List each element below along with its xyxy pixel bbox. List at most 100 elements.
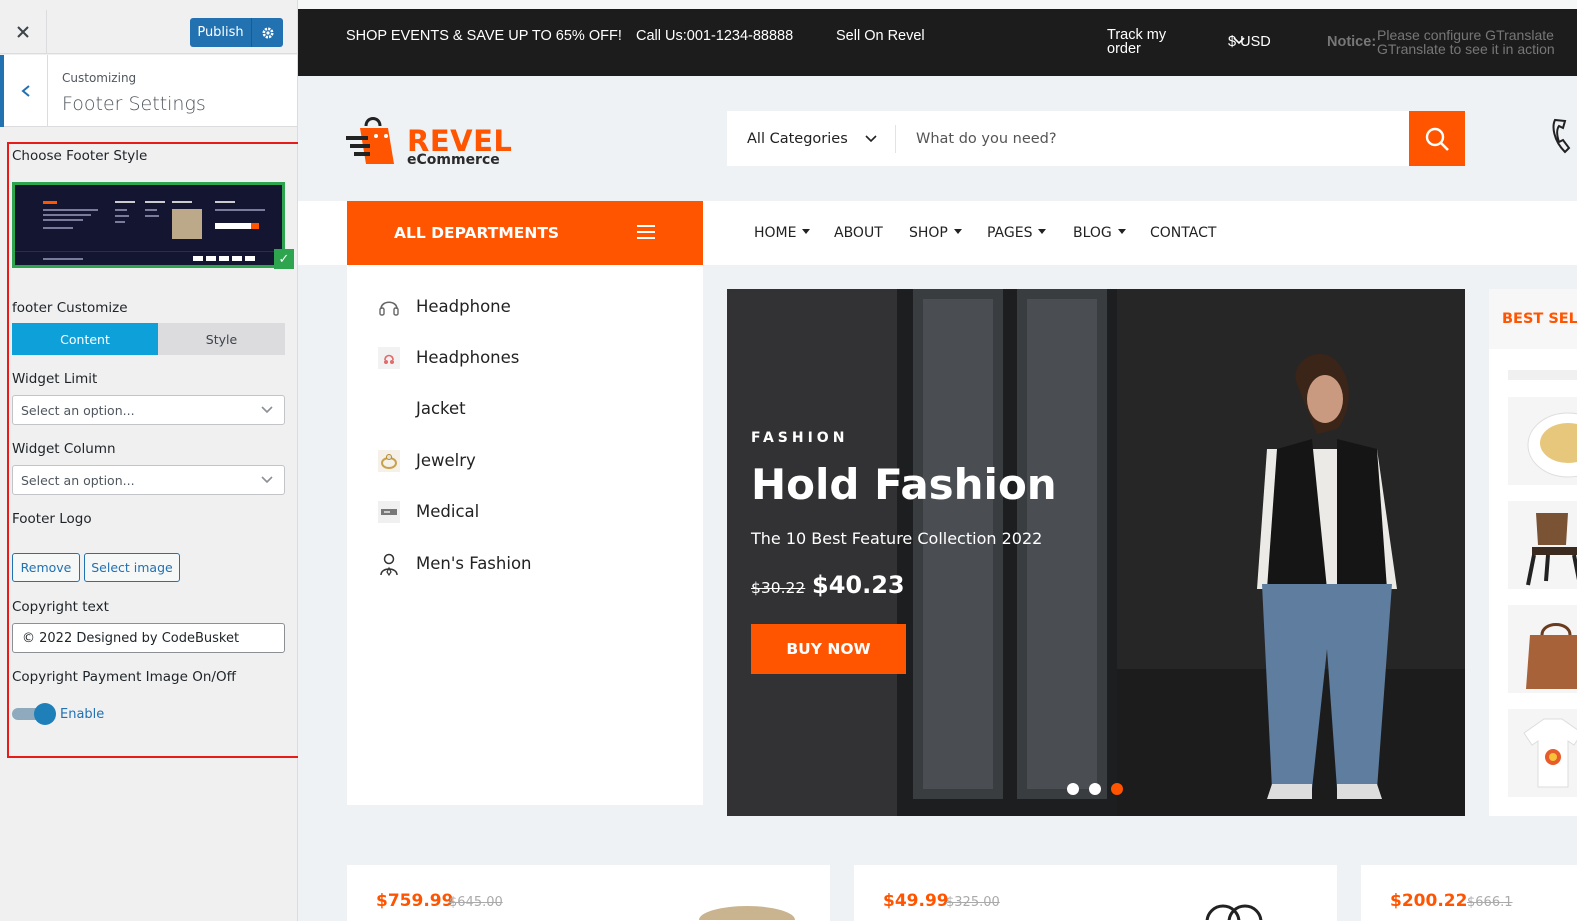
pasta-image (1527, 412, 1577, 478)
nav-item-home[interactable]: HOME (754, 201, 811, 265)
product-price: $49.99 (883, 891, 949, 911)
product-image (1205, 904, 1263, 920)
copyright-text-input[interactable]: © 2022 Designed by CodeBusket (12, 623, 285, 653)
chevron-left-icon (20, 85, 30, 97)
hero-subheading: The 10 Best Feature Collection 2022 (751, 529, 1043, 548)
best-sellers-title: BEST SELLERS (1489, 289, 1577, 349)
dept-item-mens-fashion[interactable]: Men's Fashion (347, 545, 703, 581)
checkmark-icon: ✓ (274, 249, 294, 269)
dept-label: Medical (416, 501, 480, 521)
footer-preview-image (15, 185, 282, 265)
slider-dot-3[interactable] (1111, 783, 1123, 795)
hero-heading: Hold Fashion (751, 460, 1057, 509)
tab-content[interactable]: Content (12, 323, 158, 355)
product-card-3[interactable]: $200.22 $666.1 (1361, 865, 1577, 921)
product-old-price: $645.00 (449, 895, 503, 910)
hero-slider: FASHION Hold Fashion The 10 Best Feature… (727, 289, 1465, 816)
ring-icon (376, 448, 402, 474)
remove-logo-button[interactable]: Remove (12, 553, 80, 582)
product-card-2[interactable]: $49.99 $325.00 (854, 865, 1337, 921)
slider-dot-2[interactable] (1089, 783, 1101, 795)
nav-about-label: ABOUT (834, 225, 883, 241)
choose-footer-style-label: Choose Footer Style (12, 148, 148, 164)
notice-message: Please configure GTranslate GTranslate t… (1377, 28, 1555, 56)
phone-icon[interactable] (1551, 118, 1571, 156)
nav-item-contact[interactable]: CONTACT (1150, 201, 1216, 265)
best-seller-thumb-4[interactable] (1508, 709, 1577, 797)
best-seller-thumb-3[interactable] (1508, 605, 1577, 693)
dept-item-headphones[interactable]: Headphones (347, 339, 703, 375)
promo-text: SHOP EVENTS & SAVE UP TO 65% OFF! (346, 28, 622, 44)
nav-blog-label: BLOG (1073, 225, 1112, 241)
currency-select[interactable]: $ USD (1228, 34, 1271, 50)
medical-icon (376, 499, 402, 525)
customizer-window: Publish Customizing Footer Settings Choo… (0, 0, 1577, 921)
nav-home-label: HOME (754, 225, 797, 241)
chevron-down-icon (261, 476, 273, 484)
caret-down-icon (1038, 228, 1047, 234)
publish-label: Publish (190, 18, 252, 47)
dept-item-jacket[interactable]: Jacket (347, 390, 703, 426)
caret-down-icon (802, 228, 811, 234)
publish-settings-button[interactable] (252, 26, 283, 40)
track-order-link[interactable]: Track my order (1107, 28, 1166, 57)
footer-style-thumbnail[interactable] (12, 182, 285, 268)
best-sellers-divider (1508, 370, 1577, 380)
dept-label: Jewelry (416, 450, 476, 470)
back-button[interactable] (0, 55, 48, 127)
dept-item-jewelry[interactable]: Jewelry (347, 442, 703, 478)
dept-item-headphone[interactable]: Headphone (347, 288, 703, 324)
headset-icon (376, 294, 402, 320)
nav-item-shop[interactable]: SHOP (909, 201, 962, 265)
customizer-header: Publish (0, 0, 297, 54)
hero-background-image (727, 289, 1465, 816)
dept-item-medical[interactable]: Medical (347, 493, 703, 529)
publish-button[interactable]: Publish (190, 18, 283, 47)
category-select[interactable]: All Categories (747, 111, 878, 166)
close-icon (17, 26, 29, 38)
payment-image-toggle[interactable] (12, 703, 56, 725)
man-icon (376, 551, 402, 577)
dept-label: Jacket (416, 398, 466, 418)
chevron-down-icon (261, 406, 273, 414)
search-button[interactable] (1409, 111, 1465, 166)
product-price: $200.22 (1390, 891, 1468, 911)
close-customizer-button[interactable] (0, 10, 47, 54)
product-card-1[interactable]: $759.99 $645.00 (347, 865, 830, 921)
search-input[interactable]: What do you need? (916, 111, 1057, 166)
currency-value: $ USD (1228, 34, 1271, 50)
sell-on-link[interactable]: Sell On Revel (836, 28, 925, 44)
notice-label: Notice: (1327, 34, 1377, 50)
slider-dot-1[interactable] (1067, 783, 1079, 795)
nav-item-about[interactable]: ABOUT (834, 201, 883, 265)
product-image (699, 906, 795, 920)
bag-image (1526, 623, 1577, 689)
best-seller-thumb-1[interactable] (1508, 397, 1577, 485)
search-icon (1425, 127, 1449, 151)
nav-item-pages[interactable]: PAGES (987, 201, 1047, 265)
all-departments-button[interactable]: ALL DEPARTMENTS (347, 201, 703, 265)
widget-limit-value: Select an option... (21, 402, 135, 418)
product-old-price: $325.00 (946, 895, 1000, 910)
site-logo[interactable]: REVEL eCommerce (346, 112, 512, 168)
all-departments-label: ALL DEPARTMENTS (394, 224, 560, 242)
nav-pages-label: PAGES (987, 225, 1033, 241)
best-seller-thumb-2[interactable] (1508, 501, 1577, 589)
toggle-knob (34, 703, 56, 725)
caret-down-icon (1117, 228, 1126, 234)
promo-topbar: SHOP EVENTS & SAVE UP TO 65% OFF! Call U… (298, 9, 1577, 76)
best-sellers-panel: BEST SELLERS (1489, 289, 1577, 816)
section-title-bar: Customizing Footer Settings (0, 55, 297, 127)
tab-style[interactable]: Style (158, 323, 285, 355)
buy-now-button[interactable]: BUY NOW (751, 624, 906, 674)
phone-link[interactable]: Call Us:001-1234-88888 (636, 28, 793, 44)
nav-item-blog[interactable]: BLOG (1073, 201, 1126, 265)
dept-label: Men's Fashion (416, 553, 532, 573)
widget-limit-select[interactable]: Select an option... (12, 395, 285, 425)
shopping-bag-icon (346, 117, 394, 164)
select-image-button[interactable]: Select image (84, 553, 180, 582)
gear-icon (262, 27, 273, 38)
widget-column-select[interactable]: Select an option... (12, 465, 285, 495)
footer-logo-label: Footer Logo (12, 511, 92, 527)
tshirt-image (1523, 718, 1577, 788)
